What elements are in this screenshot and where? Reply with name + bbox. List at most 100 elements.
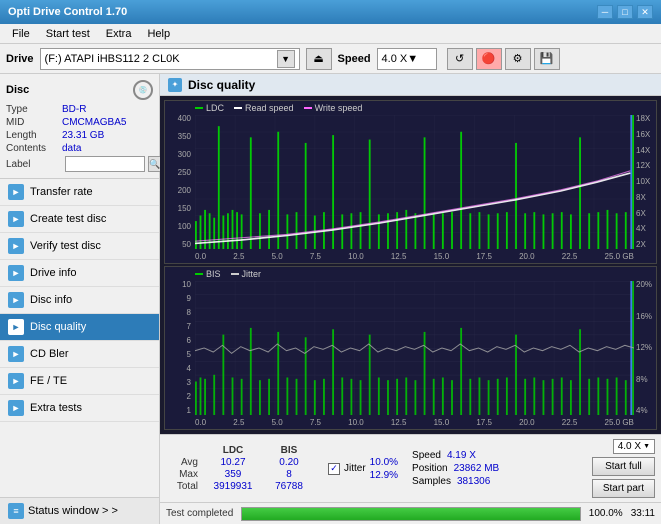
start-part-button[interactable]: Start part [592, 479, 655, 498]
nav-items: ► Transfer rate ► Create test disc ► Ver… [0, 179, 159, 422]
bis-chart-canvas [195, 281, 634, 415]
jitter-section: ✓ Jitter 10.0% 12.9% [328, 457, 398, 481]
cd-bler-label: CD Bler [30, 348, 69, 360]
drive-value: (F:) ATAPI iHBS112 2 CL0K [45, 53, 277, 65]
progress-area: Test completed 100.0% 33:11 [160, 502, 661, 524]
position-row: Position 23862 MB [412, 463, 499, 474]
jitter-avg-val: 10.0% [370, 457, 398, 468]
status-window-button[interactable]: ≡ Status window > > [0, 497, 159, 524]
sidebar-item-drive-info[interactable]: ► Drive info [0, 260, 159, 287]
total-label: Total [166, 481, 202, 492]
bis-x-labels: 0.0 2.5 5.0 7.5 10.0 12.5 15.0 17.5 20.0… [195, 418, 634, 427]
status-window-label: Status window > > [28, 505, 118, 517]
disc-title: Disc [6, 84, 29, 96]
position-value: 23862 MB [454, 463, 500, 474]
sidebar-item-cd-bler[interactable]: ► CD Bler [0, 341, 159, 368]
legend-jitter: Jitter [231, 269, 262, 279]
menu-file[interactable]: File [4, 26, 38, 42]
disc-icon: 💿 [133, 80, 153, 100]
ldc-x-labels: 0.0 2.5 5.0 7.5 10.0 12.5 15.0 17.5 20.0… [195, 252, 634, 261]
sidebar-item-verify-test-disc[interactable]: ► Verify test disc [0, 233, 159, 260]
drive-select[interactable]: (F:) ATAPI iHBS112 2 CL0K ▼ [40, 48, 300, 70]
jitter-legend-label: Jitter [242, 269, 262, 279]
samples-value: 381306 [457, 476, 490, 487]
progress-time: 33:11 [631, 508, 655, 519]
cd-bler-icon: ► [8, 346, 24, 362]
sidebar: Disc 💿 Type BD-R MID CMCMAGBA5 Length 23… [0, 74, 160, 524]
drive-dropdown-arrow[interactable]: ▼ [277, 50, 295, 68]
jitter-label: Jitter [344, 463, 366, 474]
sidebar-item-disc-quality[interactable]: ► Disc quality [0, 314, 159, 341]
legend-read-speed: Read speed [234, 103, 294, 113]
menu-extra[interactable]: Extra [98, 26, 140, 42]
total-ldc: 3919931 [203, 481, 263, 492]
sidebar-item-disc-info[interactable]: ► Disc info [0, 287, 159, 314]
menu-bar: File Start test Extra Help [0, 24, 661, 44]
label-label: Label [6, 159, 62, 170]
jitter-max-val: 12.9% [370, 470, 398, 481]
minimize-button[interactable]: ─ [597, 5, 613, 19]
action-controls: 4.0 X ▼ Start full Start part [592, 439, 655, 498]
burn-button[interactable]: 🔴 [476, 48, 502, 70]
speed-position-info: Speed 4.19 X Position 23862 MB Samples 3… [412, 450, 499, 487]
extra-tests-label: Extra tests [30, 402, 82, 414]
legend-bis: BIS [195, 269, 221, 279]
jitter-legend-color [231, 273, 239, 275]
sidebar-item-extra-tests[interactable]: ► Extra tests [0, 395, 159, 422]
write-speed-legend-color [304, 107, 312, 109]
speed-value: 4.19 X [447, 450, 476, 461]
app-title: Opti Drive Control 1.70 [8, 6, 127, 18]
maximize-button[interactable]: □ [617, 5, 633, 19]
length-value: 23.31 GB [62, 130, 104, 141]
read-speed-legend-color [234, 107, 242, 109]
disc-quality-label: Disc quality [30, 321, 86, 333]
drive-label: Drive [6, 53, 34, 65]
settings-button[interactable]: ⚙ [505, 48, 531, 70]
disc-contents-row: Contents data [6, 143, 153, 154]
drive-info-label: Drive info [30, 267, 76, 279]
menu-help[interactable]: Help [139, 26, 178, 42]
speed-dropdown[interactable]: 4.0 X ▼ [613, 439, 655, 454]
jitter-checkbox[interactable]: ✓ [328, 463, 340, 475]
drive-info-icon: ► [8, 265, 24, 281]
extra-tests-icon: ► [8, 400, 24, 416]
start-buttons: Start full Start part [592, 457, 655, 498]
mid-label: MID [6, 117, 62, 128]
sidebar-item-transfer-rate[interactable]: ► Transfer rate [0, 179, 159, 206]
legend-ldc: LDC [195, 103, 224, 113]
disc-info-label: Disc info [30, 294, 72, 306]
stats-table: LDC BIS Avg 10.27 0.20 Max 359 8 Total 3… [166, 445, 314, 492]
speed-select[interactable]: 4.0 X ▼ [377, 48, 437, 70]
fe-te-label: FE / TE [30, 375, 67, 387]
verify-test-disc-icon: ► [8, 238, 24, 254]
content-area: ✦ Disc quality LDC Read speed [160, 74, 661, 524]
max-bis: 8 [264, 469, 314, 480]
save-button[interactable]: 💾 [534, 48, 560, 70]
read-speed-legend-label: Read speed [245, 103, 294, 113]
stats-area: LDC BIS Avg 10.27 0.20 Max 359 8 Total 3… [160, 434, 661, 502]
panel-icon: ✦ [168, 78, 182, 92]
menu-start-test[interactable]: Start test [38, 26, 98, 42]
bis-y-labels-left: 10 9 8 7 6 5 4 3 2 1 [165, 281, 193, 415]
position-label: Position [412, 463, 448, 474]
label-input[interactable] [65, 156, 145, 172]
speed-label: Speed [412, 450, 441, 461]
bis-legend-label: BIS [206, 269, 221, 279]
progress-percent: 100.0% [589, 508, 623, 519]
disc-header: Disc 💿 [6, 80, 153, 100]
title-bar: Opti Drive Control 1.70 ─ □ ✕ [0, 0, 661, 24]
ldc-legend-label: LDC [206, 103, 224, 113]
sidebar-item-fe-te[interactable]: ► FE / TE [0, 368, 159, 395]
transfer-rate-icon: ► [8, 184, 24, 200]
start-full-button[interactable]: Start full [592, 457, 655, 476]
bis-chart: BIS Jitter 10 9 8 7 6 5 4 3 [164, 266, 657, 430]
drive-eject-button[interactable]: ⏏ [306, 48, 332, 70]
window-controls: ─ □ ✕ [597, 5, 653, 19]
refresh-button[interactable]: ↺ [447, 48, 473, 70]
mid-value: CMCMAGBA5 [62, 117, 126, 128]
jitter-values: 10.0% 12.9% [370, 457, 398, 481]
close-button[interactable]: ✕ [637, 5, 653, 19]
ldc-y-labels-right: 18X 16X 14X 12X 10X 8X 6X 4X 2X [634, 115, 656, 249]
ldc-col-header: LDC [203, 445, 263, 456]
sidebar-item-create-test-disc[interactable]: ► Create test disc [0, 206, 159, 233]
